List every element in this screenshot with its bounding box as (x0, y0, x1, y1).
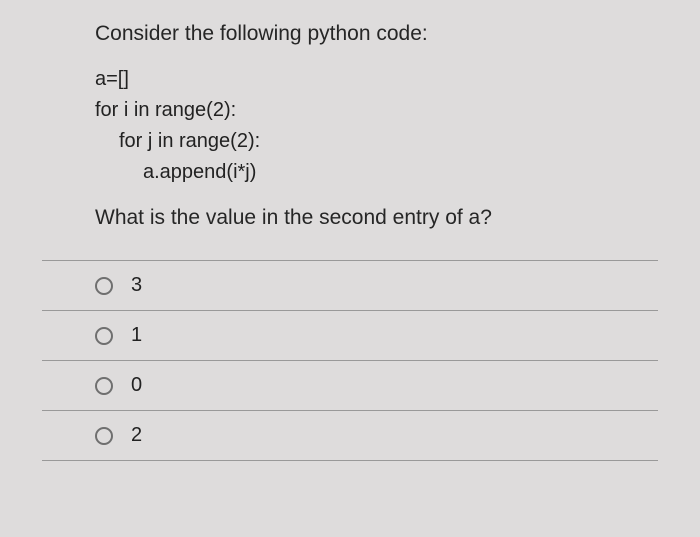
code-line: for j in range(2): (95, 126, 660, 157)
option-row[interactable]: 0 (42, 360, 658, 410)
code-line: for i in range(2): (95, 95, 660, 126)
prompt-text: Consider the following python code: (95, 22, 660, 46)
option-label: 1 (131, 324, 142, 347)
radio-icon (95, 427, 113, 445)
quiz-question: Consider the following python code: a=[]… (0, 0, 700, 461)
option-label: 2 (131, 424, 142, 447)
question-text: What is the value in the second entry of… (95, 206, 660, 230)
option-row[interactable]: 3 (42, 260, 658, 310)
code-line: a=[] (95, 64, 660, 95)
option-row[interactable]: 2 (42, 410, 658, 461)
radio-icon (95, 327, 113, 345)
options-list: 3 1 0 2 (42, 260, 658, 461)
radio-icon (95, 377, 113, 395)
radio-icon (95, 277, 113, 295)
option-label: 0 (131, 374, 142, 397)
option-label: 3 (131, 274, 142, 297)
option-row[interactable]: 1 (42, 310, 658, 360)
code-block: a=[] for i in range(2): for j in range(2… (95, 64, 660, 188)
code-line: a.append(i*j) (95, 157, 660, 188)
